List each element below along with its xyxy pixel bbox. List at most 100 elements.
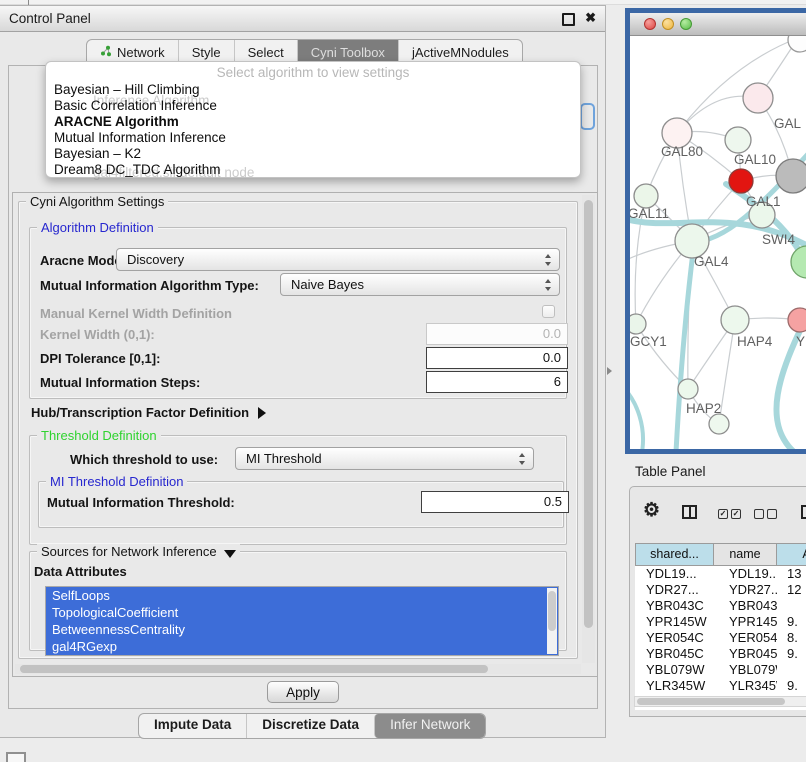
table-row[interactable]: YDR27...YDR27...12: [635, 582, 806, 598]
network-node-gal11[interactable]: [634, 184, 658, 208]
checked-box-icon[interactable]: [731, 509, 741, 519]
network-node-gal10[interactable]: [725, 127, 751, 153]
group-title: MI Threshold Definition: [46, 474, 187, 489]
gear-icon[interactable]: [643, 501, 660, 520]
algorithm-option-mutual-information-inference[interactable]: Mutual Information Inference: [54, 130, 226, 146]
data-attributes-list[interactable]: SelfLoopsTopologicalCoefficientBetweenne…: [45, 586, 559, 656]
table-row[interactable]: YLR345WYLR345W9.: [635, 678, 806, 694]
table-cell: YBR043C: [635, 598, 714, 614]
table-cell: YLR345W: [714, 678, 777, 694]
column-header-name[interactable]: name: [714, 543, 777, 566]
mi-threshold-definition-group: MI Threshold Definition Mutual Informati…: [38, 481, 564, 528]
column-header-shared[interactable]: shared...: [635, 543, 714, 566]
group-title: Algorithm Definition: [37, 220, 158, 235]
table-row[interactable]: YDL19...YDL19...13: [635, 566, 806, 582]
hub-definition-toggle[interactable]: Hub/Transcription Factor Definition: [31, 405, 266, 420]
table-cell: YBL079W: [635, 662, 714, 678]
node-label-gcy1: GCY1: [630, 334, 667, 349]
mi-steps-field[interactable]: 6: [426, 371, 568, 393]
manual-kernel-checkbox[interactable]: [542, 305, 555, 318]
node-label-gal80: GAL80: [661, 144, 703, 159]
attribute-item-gal4rgexp[interactable]: gal4RGexp: [46, 638, 558, 655]
column-partial-icon[interactable]: [801, 505, 806, 519]
network-node-y[interactable]: [788, 308, 806, 332]
network-node-hap4[interactable]: [721, 306, 749, 334]
unchecked-box-icon[interactable]: [767, 509, 777, 519]
network-node-hap2[interactable]: [678, 379, 698, 399]
table-cell: 9.: [777, 646, 806, 662]
minimized-panel-icon[interactable]: [6, 752, 26, 762]
table-row[interactable]: YBL079WYBL079W: [635, 662, 806, 678]
network-node-gal4[interactable]: [675, 224, 709, 258]
mi-threshold-field[interactable]: 0.5: [421, 491, 569, 513]
kernel-width-label: Kernel Width (0,1):: [40, 327, 155, 342]
table-row[interactable]: YBR045CYBR045C9.: [635, 646, 806, 662]
attribute-item-selfloops[interactable]: SelfLoops: [46, 587, 558, 604]
mi-algorithm-type-select[interactable]: Naive Bayes: [280, 273, 560, 296]
list-scrollbar-thumb[interactable]: [548, 591, 556, 631]
kernel-width-field[interactable]: 0.0: [426, 323, 568, 345]
apply-button[interactable]: Apply: [267, 681, 339, 703]
which-threshold-select[interactable]: MI Threshold: [235, 447, 534, 470]
close-icon[interactable]: [585, 10, 596, 26]
algorithm-option-dream8-dc-tdc-algorithm[interactable]: Dream8 DC_TDC Algorithm: [54, 162, 221, 178]
table-horizontal-scrollbar[interactable]: [634, 696, 806, 707]
sources-toggle[interactable]: Sources for Network Inference: [37, 544, 240, 559]
table-cell: YDR27...: [714, 582, 777, 598]
background-combo-focus-ring: [580, 103, 595, 130]
which-threshold-label: Which threshold to use:: [70, 452, 218, 467]
algorithm-definition-group: Algorithm Definition Aracne Mode: Discov…: [29, 227, 567, 399]
network-canvas[interactable]: GALGAL80GAL10GAL1GAL11SWI4GAL4GCY1HAP4YH…: [630, 36, 806, 449]
zoom-traffic-light[interactable]: [680, 18, 692, 30]
tab-discretize-data[interactable]: Discretize Data: [246, 714, 374, 738]
node-label-gal11: GAL11: [630, 206, 669, 221]
algorithm-option-bayesian-hill-climbing[interactable]: Bayesian – Hill Climbing: [54, 82, 200, 98]
panel-splitter-arrow[interactable]: [607, 367, 612, 375]
table-row[interactable]: YER054CYER054C8.: [635, 630, 806, 646]
network-node-gcy1[interactable]: [630, 314, 646, 334]
network-node[interactable]: [709, 414, 729, 434]
minimize-traffic-light[interactable]: [662, 18, 674, 30]
network-node[interactable]: [776, 159, 806, 193]
checked-box-icon[interactable]: [718, 509, 728, 519]
scrollbar-thumb[interactable]: [637, 698, 785, 705]
unchecked-box-icon[interactable]: [754, 509, 764, 519]
table-cell: YLR345W: [635, 678, 714, 694]
table-cell: YPR145W: [714, 614, 777, 630]
scrollbar-thumb[interactable]: [584, 200, 593, 628]
mi-type-label: Mutual Information Algorithm Type:: [40, 278, 259, 293]
table-row[interactable]: YPR145WYPR145W9.: [635, 614, 806, 630]
tab-impute-data[interactable]: Impute Data: [139, 714, 246, 738]
network-node-gal1[interactable]: [729, 169, 753, 193]
sources-group: Sources for Network Inference Data Attri…: [29, 551, 567, 651]
column-header-a[interactable]: A: [777, 543, 806, 566]
algorithm-option-bayesian-k2[interactable]: Bayesian – K2: [54, 146, 141, 162]
float-window-icon[interactable]: [562, 13, 575, 26]
network-node[interactable]: [791, 246, 806, 278]
list-scrollbar[interactable]: [547, 588, 557, 654]
algorithm-option-aracne-algorithm[interactable]: ARACNE Algorithm: [54, 114, 179, 130]
dpi-tolerance-field[interactable]: 0.0: [426, 347, 568, 369]
network-highlight-edge[interactable]: [676, 244, 694, 449]
table-cell: 12: [777, 582, 806, 598]
close-traffic-light[interactable]: [644, 18, 656, 30]
network-node-gal[interactable]: [743, 83, 773, 113]
algorithm-option-basic-correlation-inference[interactable]: Basic Correlation Inference: [54, 98, 217, 114]
table-cell: YER054C: [714, 630, 777, 646]
manual-kernel-label: Manual Kernel Width Definition: [40, 306, 232, 321]
settings-vertical-scrollbar[interactable]: [582, 195, 595, 663]
tab-infer-network[interactable]: Infer Network: [374, 714, 485, 738]
control-panel-window: Control Panel NetworkStyleSelectCyni Too…: [0, 5, 606, 738]
settings-horizontal-scrollbar[interactable]: [15, 664, 581, 674]
attribute-item-betweennesscentrality[interactable]: BetweennessCentrality: [46, 621, 558, 638]
attribute-item-topologicalcoefficient[interactable]: TopologicalCoefficient: [46, 604, 558, 621]
network-highlight-edge[interactable]: [630, 386, 643, 449]
scrollbar-thumb[interactable]: [20, 665, 488, 673]
split-columns-icon[interactable]: [682, 505, 697, 519]
table-row[interactable]: YBR043CYBR043C: [635, 598, 806, 614]
collapse-down-icon: [224, 550, 236, 558]
algorithm-dropdown-placeholder: Select algorithm to view settings: [46, 65, 580, 80]
network-edge[interactable]: [719, 320, 735, 424]
group-title: Cyni Algorithm Settings: [26, 194, 168, 209]
aracne-mode-select[interactable]: Discovery: [116, 248, 560, 271]
